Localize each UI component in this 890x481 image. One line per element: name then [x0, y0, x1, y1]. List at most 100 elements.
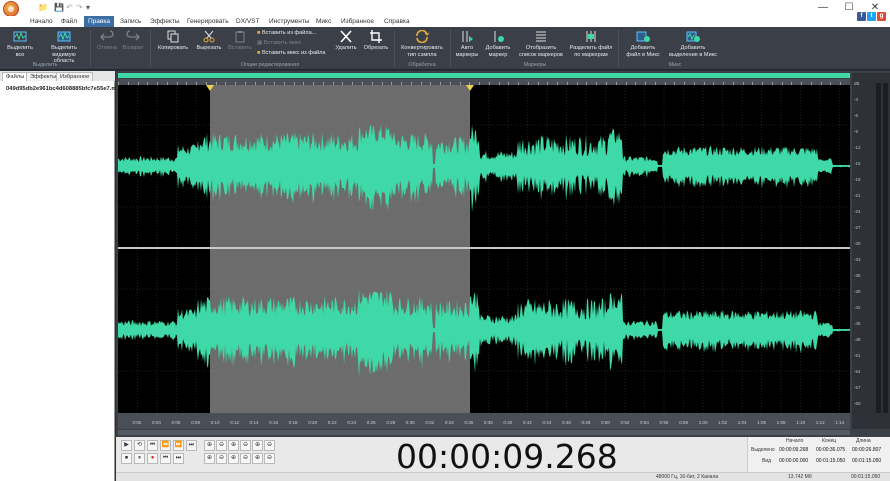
tab-favorites[interactable]: Избранное: [337, 16, 378, 27]
waveform-display[interactable]: [118, 85, 850, 413]
show-markers-list-button[interactable]: Отобразить список маркеров: [517, 30, 565, 58]
zoom-in-vertical-button[interactable]: ⊕: [252, 440, 263, 451]
add-marker-label: Добавить маркер: [485, 45, 511, 58]
rewind-button[interactable]: ⏪: [160, 440, 171, 451]
redo-button[interactable]: Возврат: [122, 30, 144, 52]
ruler-tick-label: 0:24: [347, 420, 357, 425]
ruler-tick-label: 0:12: [230, 420, 240, 425]
select-visible-button[interactable]: Выделить видимую область: [42, 30, 86, 65]
zoom-in-horizontal-button[interactable]: ⊕: [204, 440, 215, 451]
file-list-item[interactable]: 049d95db2e961bc4d608885bfc7e55e7.mp3: [6, 86, 123, 92]
customize-quick-access-icon[interactable]: ▾: [86, 2, 90, 14]
loop-button[interactable]: ⟲: [134, 440, 145, 451]
paste-button[interactable]: Вставить: [228, 30, 252, 52]
tab-file[interactable]: Файл: [57, 16, 81, 27]
copy-label: Копировать: [157, 45, 189, 51]
selection-start-value[interactable]: 00:00:09.268: [779, 447, 808, 453]
tab-help[interactable]: Справка: [380, 16, 414, 27]
cut-button[interactable]: Вырезать: [194, 30, 224, 52]
ruler-tick-label: 0:22: [327, 420, 337, 425]
horizontal-scrollbar[interactable]: [118, 430, 850, 435]
zoom-in-amplitude-button[interactable]: ⊕: [252, 453, 263, 464]
view-end-value[interactable]: 00:01:15.050: [816, 458, 845, 464]
zoom-out-amplitude-button[interactable]: ⊖: [264, 453, 275, 464]
delete-x-icon: [340, 30, 352, 43]
tab-home[interactable]: Начало: [26, 16, 57, 27]
next-marker-button[interactable]: ⏭: [173, 453, 184, 464]
show-markers-label: Отобразить список маркеров: [519, 45, 563, 58]
zoom-fit-button[interactable]: ⊕: [228, 453, 239, 464]
db-scale-label: -48: [854, 337, 861, 342]
convert-sample-type-button[interactable]: Конвертировать тип сэмпла: [398, 30, 446, 58]
delete-button[interactable]: Удалить: [334, 30, 358, 52]
selection-end-value[interactable]: 00:00:36.075: [816, 447, 845, 453]
db-scale-label: -9: [854, 129, 859, 134]
auto-markers-button[interactable]: Авто маркеры: [453, 30, 481, 58]
open-folder-icon[interactable]: 📁: [38, 2, 48, 14]
go-to-start-button[interactable]: ⏮: [147, 440, 158, 451]
zoom-out-full-button[interactable]: ⊖: [240, 440, 251, 451]
zoom-out-horizontal-button[interactable]: ⊖: [216, 440, 227, 451]
add-selection-to-mix-button[interactable]: Добавить выделение в Микс: [666, 30, 720, 58]
twitter-icon[interactable]: t: [867, 12, 876, 21]
undo-button[interactable]: Отмена: [96, 30, 118, 52]
redo-arrow-icon: [126, 30, 140, 41]
facebook-icon[interactable]: f: [857, 12, 866, 21]
trim-button[interactable]: Обрезать: [362, 30, 390, 52]
tab-effects[interactable]: Эффекты: [146, 16, 184, 27]
paste-mix-from-file-label: Вставить микс из файла: [261, 50, 326, 56]
zoom-in-selection-button[interactable]: ⊕: [228, 440, 239, 451]
selection-length-value[interactable]: 00:00:26.807: [852, 447, 881, 453]
add-marker-button[interactable]: Добавить маркер: [484, 30, 512, 58]
select-all-button[interactable]: Выделить все: [3, 30, 37, 58]
trim-label: Обрезать: [363, 45, 389, 51]
zoom-to-left-button[interactable]: ⊕: [204, 453, 215, 464]
ruler-tick-label: 0:20: [308, 420, 318, 425]
pause-button[interactable]: ⏸: [134, 453, 145, 464]
ruler-tick-label: 1:04: [737, 420, 747, 425]
google-plus-icon[interactable]: g: [877, 12, 886, 21]
play-button[interactable]: ▶: [121, 440, 132, 451]
stop-button[interactable]: ⏹: [121, 453, 132, 464]
undo-icon[interactable]: ↶: [66, 2, 73, 14]
view-length-value[interactable]: 00:01:15.050: [852, 458, 881, 464]
zoom-out-vertical-button[interactable]: ⊖: [264, 440, 275, 451]
redo-icon[interactable]: ↷: [76, 2, 83, 14]
ruler-tick-label: 1:08: [776, 420, 786, 425]
timeline-ruler[interactable]: 0:02 0:04 0:06 0:08 0:10 0:12 0:14 0:16 0:18 0:20…: [118, 413, 850, 429]
panel-tab-files[interactable]: Файлы: [2, 72, 29, 81]
db-scale-label: -30: [854, 241, 861, 246]
ruler-tick-label: 0:34: [444, 420, 454, 425]
tab-record[interactable]: Запись: [116, 16, 145, 27]
copy-button[interactable]: Копировать: [156, 30, 190, 52]
save-icon[interactable]: 💾: [54, 2, 64, 14]
view-start-value[interactable]: 00:00:00.000: [779, 458, 808, 464]
ribbon-toolbar: Выделить все Выделить видимую область Вы…: [0, 27, 890, 70]
paste-from-file-button[interactable]: ■ Вставить из файла...: [257, 29, 316, 37]
paste-mix-button[interactable]: ▦ Вставить микс: [257, 39, 301, 47]
tab-dxvst[interactable]: DX/VST: [232, 16, 263, 27]
waveform-overview-bar[interactable]: [118, 73, 850, 78]
tab-tools[interactable]: Инструменты: [265, 16, 314, 27]
minimize-button[interactable]: —: [810, 0, 836, 16]
ruler-tick-label: 0:30: [405, 420, 415, 425]
add-file-to-mix-button[interactable]: Добавить файл в Микс: [623, 30, 663, 58]
paste-mix-from-file-button[interactable]: ■ Вставить микс из файла: [257, 49, 326, 57]
zoom-reset-button[interactable]: ⊖: [240, 453, 251, 464]
panel-tab-favorites[interactable]: Избранное: [56, 72, 94, 81]
list-icon: [536, 31, 546, 42]
zoom-to-right-button[interactable]: ⊖: [216, 453, 227, 464]
level-meter-right: [883, 83, 888, 413]
fast-forward-button[interactable]: ⏩: [173, 440, 184, 451]
title-bar: 📁 💾 ↶ ↷ ▾ — ☐ ✕: [0, 0, 890, 17]
tab-mix[interactable]: Микс: [312, 16, 335, 27]
split-by-markers-button[interactable]: Разделить файл по маркерам: [568, 30, 614, 58]
ruler-tick-label: 1:00: [698, 420, 708, 425]
tab-edit[interactable]: Правка: [84, 16, 114, 27]
previous-marker-button[interactable]: ⏮: [160, 453, 171, 464]
panel-tabs: Файлы Эффекты Избранное: [0, 71, 115, 81]
tab-generate[interactable]: Генерировать: [183, 16, 233, 27]
record-button[interactable]: ●: [147, 453, 158, 464]
ruler-tick-label: 1:14: [835, 420, 845, 425]
go-to-end-button[interactable]: ⏭: [186, 440, 197, 451]
